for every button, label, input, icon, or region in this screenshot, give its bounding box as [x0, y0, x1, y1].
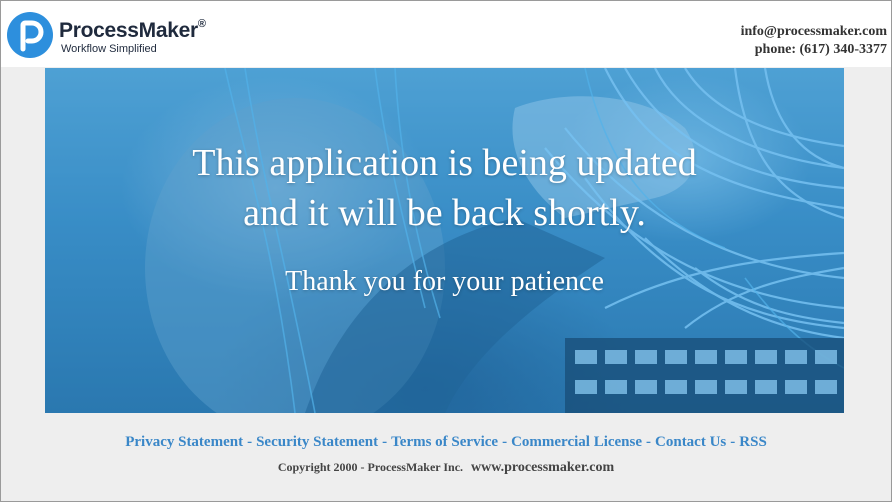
website-link[interactable]: www.processmaker.com	[471, 460, 614, 475]
terms-of-service-link[interactable]: Terms of Service	[391, 434, 498, 450]
processmaker-p-logo-icon	[7, 12, 53, 58]
header: ProcessMaker® Workflow Simplified info@p…	[1, 1, 891, 67]
contact-phone: phone: (617) 340-3377	[754, 42, 887, 57]
commercial-license-link[interactable]: Commercial License	[511, 434, 642, 450]
copyright-line: Copyright 2000 - ProcessMaker Inc. www.pr…	[0, 460, 892, 476]
privacy-statement-link[interactable]: Privacy Statement	[125, 434, 243, 450]
footer-separator: -	[502, 434, 508, 450]
brand-name: ProcessMaker®	[59, 18, 206, 42]
hero-banner: This application is being updated and it…	[45, 68, 844, 413]
contact-info: info@processmaker.com phone: (617) 340-3…	[741, 23, 887, 59]
contact-us-link[interactable]: Contact Us	[655, 434, 726, 450]
brand-logo[interactable]: ProcessMaker® Workflow Simplified	[6, 11, 216, 59]
maintenance-subheading: Thank you for your patience	[285, 266, 604, 297]
rss-link[interactable]: RSS	[739, 434, 767, 450]
footer-links: Privacy Statement - Security Statement - Ter…	[0, 434, 892, 451]
brand-tagline: Workflow Simplified	[61, 43, 157, 55]
contact-email[interactable]: info@processmaker.com	[741, 23, 887, 41]
maintenance-heading-line2: and it will be back shortly.	[243, 192, 646, 234]
maintenance-message: This application is being updated and it…	[45, 68, 844, 413]
registered-mark: ®	[197, 18, 206, 30]
footer-separator: -	[646, 434, 652, 450]
maintenance-heading-line1: This application is being updated	[192, 142, 697, 184]
footer-separator: -	[730, 434, 736, 450]
copyright-text: Copyright 2000 - ProcessMaker Inc.	[277, 460, 464, 474]
footer-separator: -	[382, 434, 388, 450]
footer-separator: -	[247, 434, 253, 450]
security-statement-link[interactable]: Security Statement	[256, 434, 378, 450]
